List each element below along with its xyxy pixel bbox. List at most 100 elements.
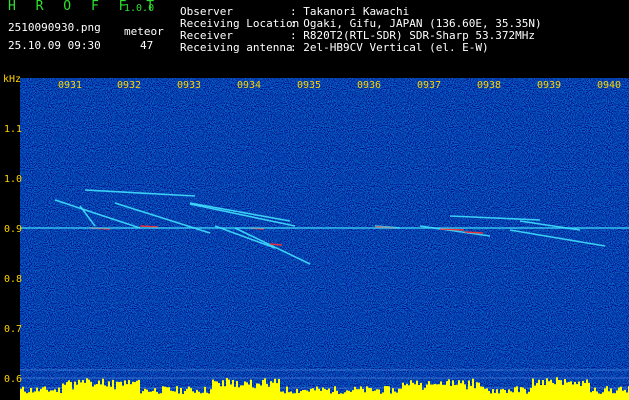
signal-level-bar xyxy=(44,386,46,400)
signal-level-bar xyxy=(150,391,152,400)
signal-level-bar xyxy=(260,385,262,400)
signal-level-bar xyxy=(36,387,38,400)
signal-level-bar xyxy=(322,387,324,400)
signal-level-bar xyxy=(366,386,368,400)
signal-level-bar xyxy=(550,379,552,400)
signal-level-bar xyxy=(500,389,502,400)
signal-level-bar xyxy=(458,380,460,400)
signal-level-bar xyxy=(518,392,520,400)
signal-level-bar xyxy=(70,382,72,400)
x-axis-time-label: 0937 xyxy=(416,80,442,91)
signal-level-bar xyxy=(460,383,462,400)
signal-level-bar xyxy=(158,393,160,400)
signal-level-bar xyxy=(608,391,610,400)
signal-level-bar xyxy=(408,385,410,400)
signal-level-bar xyxy=(278,378,280,400)
signal-level-bar xyxy=(378,389,380,400)
signal-level-bar xyxy=(300,391,302,400)
signal-level-bar xyxy=(290,391,292,400)
signal-level-bar xyxy=(270,381,272,400)
signal-level-bar xyxy=(288,392,290,400)
signal-level-bar xyxy=(364,392,366,400)
signal-level-bar xyxy=(600,393,602,400)
signal-level-bar xyxy=(186,388,188,400)
signal-level-bar xyxy=(176,386,178,400)
signal-level-bar xyxy=(184,390,186,400)
signal-level-bar xyxy=(610,388,612,400)
signal-level-bar xyxy=(118,382,120,400)
signal-level-bar xyxy=(560,380,562,400)
signal-level-bar xyxy=(540,385,542,400)
signal-level-bar xyxy=(98,380,100,400)
signal-level-bar xyxy=(180,387,182,400)
signal-level-bar xyxy=(536,383,538,400)
signal-level-bar xyxy=(562,384,564,400)
y-axis-label: 1.1 xyxy=(4,124,23,135)
signal-level-bar xyxy=(34,391,36,400)
signal-level-bar xyxy=(512,392,514,400)
signal-level-bar xyxy=(604,388,606,400)
signal-level-bar xyxy=(354,386,356,400)
signal-level-bar xyxy=(218,383,220,400)
signal-level-bar xyxy=(136,380,138,400)
signal-level-bar xyxy=(196,389,198,400)
signal-level-bar xyxy=(332,392,334,400)
signal-level-bar xyxy=(470,385,472,400)
signal-level-bar xyxy=(328,388,330,400)
signal-level-bar xyxy=(538,379,540,400)
signal-level-bar xyxy=(66,382,68,400)
signal-level-bar xyxy=(130,384,132,400)
signal-level-bar xyxy=(620,386,622,400)
signal-level-bar xyxy=(20,388,22,400)
signal-level-bar xyxy=(88,379,90,400)
signal-level-bar xyxy=(390,393,392,400)
signal-level-bar xyxy=(50,390,52,400)
signal-level-bar xyxy=(86,378,88,400)
signal-level-bar xyxy=(532,378,534,400)
signal-level-bar xyxy=(564,379,566,400)
signal-level-bar xyxy=(200,393,202,400)
signal-level-bar xyxy=(342,393,344,400)
signal-level-bar xyxy=(462,380,464,400)
signal-level-bar xyxy=(474,388,476,400)
signal-level-bar xyxy=(376,389,378,400)
signal-level-bar xyxy=(74,381,76,400)
signal-level-bar xyxy=(386,386,388,400)
signal-level-bar xyxy=(368,387,370,400)
signal-level-bar xyxy=(22,386,24,400)
signal-level-bar xyxy=(68,380,70,400)
signal-level-bar xyxy=(248,384,250,400)
signal-level-bar xyxy=(524,389,526,400)
signal-level-bar xyxy=(144,388,146,400)
signal-level-bar xyxy=(222,380,224,400)
signal-level-bar xyxy=(596,391,598,400)
y-axis-label: 0.7 xyxy=(4,324,23,335)
signal-level-bar xyxy=(104,385,106,400)
signal-level-bar xyxy=(466,389,468,400)
x-axis-time-label: 0940 xyxy=(596,80,622,91)
signal-level-bar xyxy=(520,387,522,400)
signal-level-bar xyxy=(94,384,96,400)
x-axis-time-label: 0939 xyxy=(536,80,562,91)
signal-level-bar xyxy=(432,384,434,400)
signal-level-bar xyxy=(280,391,282,400)
spectrogram-noise xyxy=(20,78,629,400)
signal-level-bar xyxy=(420,382,422,400)
signal-level-bar xyxy=(72,389,74,400)
x-axis-time-label: 0933 xyxy=(176,80,202,91)
signal-level-bar xyxy=(424,387,426,400)
signal-level-bar xyxy=(76,384,78,400)
signal-level-bar xyxy=(526,393,528,400)
signal-level-bar xyxy=(224,386,226,400)
signal-level-bar xyxy=(178,393,180,400)
signal-level-bar xyxy=(494,392,496,400)
signal-level-bar xyxy=(496,389,498,400)
signal-level-bar xyxy=(152,390,154,400)
meteor-echo-core xyxy=(139,225,159,228)
signal-level-bar xyxy=(404,385,406,400)
signal-level-bar xyxy=(258,383,260,400)
signal-level-bar xyxy=(436,384,438,400)
signal-level-bar xyxy=(574,381,576,400)
meteor-label: meteor xyxy=(124,25,164,38)
signal-level-bar xyxy=(102,378,104,400)
